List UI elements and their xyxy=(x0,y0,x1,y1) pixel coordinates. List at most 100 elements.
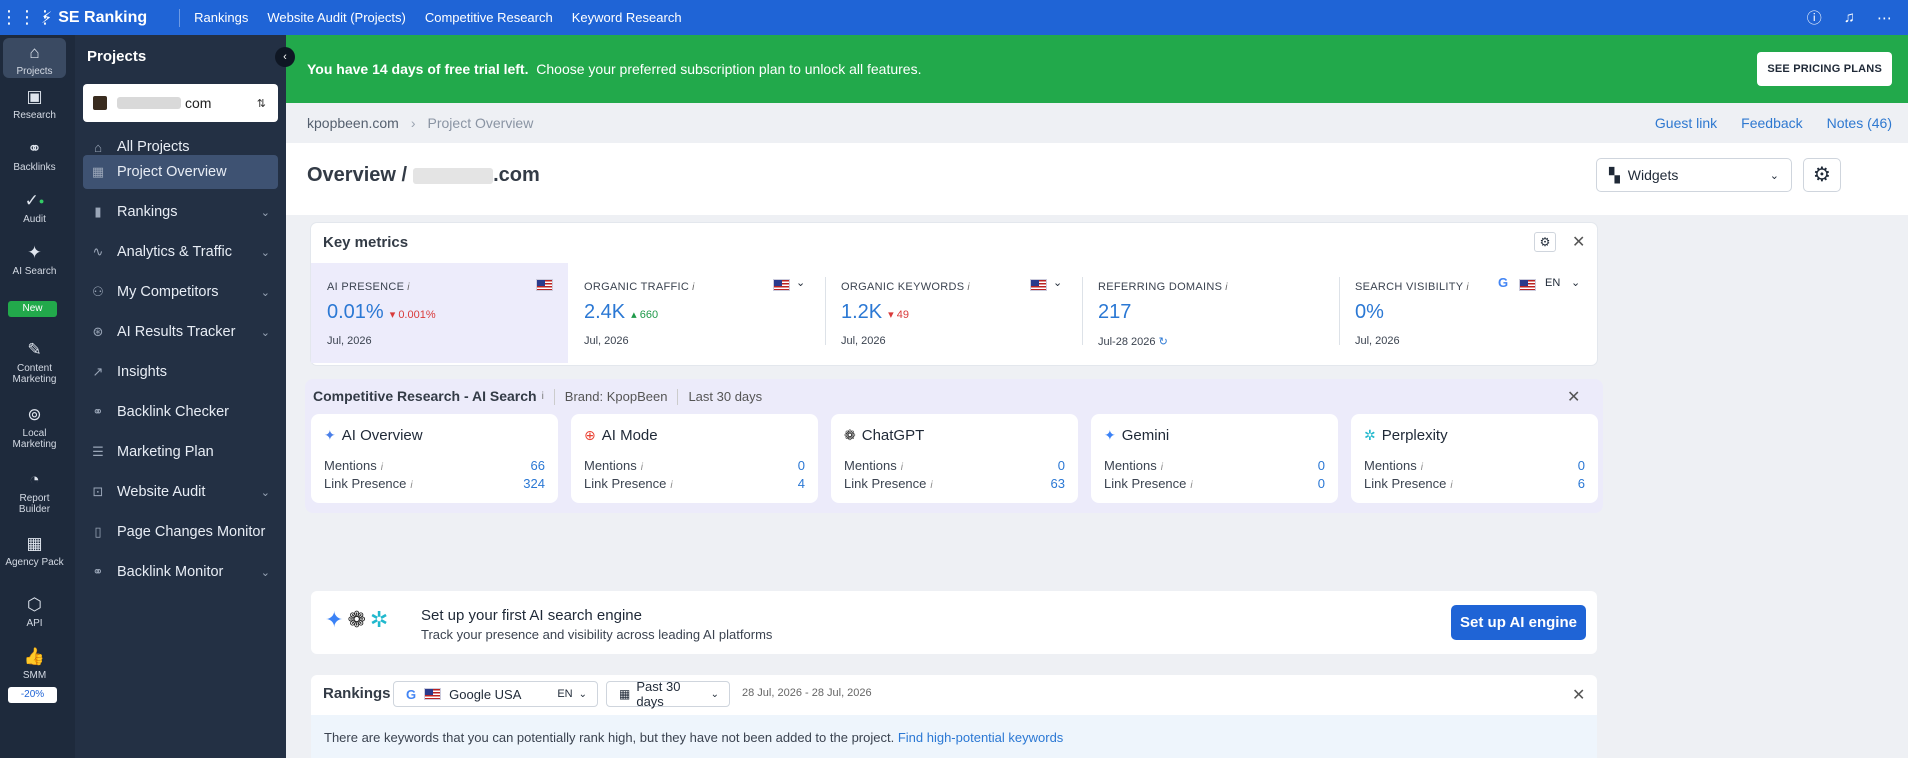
sidebar-item-my-competitors[interactable]: ⚇ My Competitors ⌄ xyxy=(83,275,278,309)
rail-projects[interactable]: ⌂ Projects xyxy=(3,38,66,78)
rail-label: Audit xyxy=(23,214,46,225)
info-icon[interactable]: i xyxy=(901,462,903,473)
close-icon[interactable]: ✕ xyxy=(1572,685,1585,705)
rail-api[interactable]: ⬡ API xyxy=(3,595,66,629)
rail-agency-pack[interactable]: ▦ Agency Pack xyxy=(3,534,66,568)
settings-gear-button[interactable]: ⚙ xyxy=(1803,158,1841,192)
close-icon[interactable]: ✕ xyxy=(1572,232,1585,252)
sidebar-item-page-changes-monitor[interactable]: ▯ Page Changes Monitor xyxy=(83,515,278,549)
chevron-down-icon[interactable]: ⌄ xyxy=(1571,276,1580,289)
see-pricing-plans-button[interactable]: SEE PRICING PLANS xyxy=(1757,52,1892,86)
sidebar-item-backlink-checker[interactable]: ⚭ Backlink Checker xyxy=(83,395,278,429)
link-presence-value[interactable]: 0 xyxy=(1318,476,1325,491)
mentions-value[interactable]: 0 xyxy=(1058,458,1065,473)
project-selector[interactable]: com ⇅ xyxy=(83,84,278,122)
notes-link[interactable]: Notes (46) xyxy=(1827,115,1892,131)
info-icon[interactable]: i xyxy=(542,379,544,414)
metric-label: ORGANIC TRAFFIC i xyxy=(584,281,695,293)
top-nav-website-audit[interactable]: Website Audit (Projects) xyxy=(267,10,405,25)
link-presence-value[interactable]: 324 xyxy=(523,476,545,491)
sidebar-item-backlink-monitor[interactable]: ⚭ Backlink Monitor ⌄ xyxy=(83,555,278,589)
info-icon[interactable]: i xyxy=(670,480,672,491)
find-high-potential-keywords-link[interactable]: Find high-potential keywords xyxy=(898,730,1063,745)
more-icon[interactable]: ⋯ xyxy=(1877,9,1892,27)
help-icon[interactable]: ⓘ xyxy=(1807,7,1822,28)
info-icon[interactable]: i xyxy=(1161,462,1163,473)
info-icon[interactable]: i xyxy=(1421,462,1423,473)
ai-engine-card-ai-overview[interactable]: ✦ AI Overview Mentions i 66 Link Presence i 3… xyxy=(311,414,558,503)
us-flag-icon[interactable] xyxy=(1519,279,1536,291)
guest-link[interactable]: Guest link xyxy=(1655,115,1717,131)
ai-engine-card-chatgpt[interactable]: ❁ ChatGPT Mentions i 0 Link Presence i 63 xyxy=(831,414,1078,503)
info-icon[interactable]: i xyxy=(1190,480,1192,491)
info-icon[interactable]: i xyxy=(381,462,383,473)
rail-local-marketing[interactable]: ⊚ Local Marketing xyxy=(3,405,66,450)
sidebar-item-insights[interactable]: ↗ Insights xyxy=(83,355,278,389)
info-icon[interactable]: i xyxy=(1225,282,1228,293)
rail-report-builder[interactable]: ◔ Report Builder xyxy=(3,470,66,515)
info-icon[interactable]: i xyxy=(410,480,412,491)
metric-search-visibility[interactable]: SEARCH VISIBILITY i G EN ⌄ 0% Jul, 2026 xyxy=(1339,263,1597,363)
mentions-value[interactable]: 0 xyxy=(1578,458,1585,473)
breadcrumb-root[interactable]: kpopbeen.com xyxy=(307,115,399,131)
refresh-icon[interactable]: ↻ xyxy=(1159,336,1168,348)
mentions-value[interactable]: 0 xyxy=(798,458,805,473)
metric-organic-traffic[interactable]: ORGANIC TRAFFIC i ⌄ 2.4K ▴ 660 Jul, 2026 xyxy=(568,263,825,363)
top-nav-keyword-research[interactable]: Keyword Research xyxy=(572,10,682,25)
close-icon[interactable]: ✕ xyxy=(1567,387,1580,407)
rail-content-marketing[interactable]: ✎ Content Marketing xyxy=(3,340,66,385)
info-icon[interactable]: i xyxy=(1466,282,1469,293)
key-metrics-settings-button[interactable]: ⚙ xyxy=(1534,232,1556,252)
info-icon[interactable]: i xyxy=(407,282,410,293)
apps-grid-icon[interactable]: ⋮⋮⋮ xyxy=(0,7,54,28)
ai-engine-card-gemini[interactable]: ✦ Gemini Mentions i 0 Link Presence i 0 xyxy=(1091,414,1338,503)
rail-label: Report Builder xyxy=(18,493,51,515)
link-presence-value[interactable]: 4 xyxy=(798,476,805,491)
info-icon[interactable]: i xyxy=(1450,480,1452,491)
rail-audit[interactable]: ✓● Audit xyxy=(3,191,66,225)
metric-ai-presence[interactable]: AI PRESENCE i 0.01% ▾ 0.001% Jul, 2026 xyxy=(311,263,568,363)
ai-engine-name: Perplexity xyxy=(1381,427,1448,444)
mentions-value[interactable]: 66 xyxy=(531,458,545,473)
rail-ai-search[interactable]: ✦ AI Search xyxy=(3,243,66,277)
rail-research[interactable]: ▣ Research xyxy=(3,87,66,121)
link-presence-value[interactable]: 63 xyxy=(1051,476,1065,491)
set-up-ai-engine-button[interactable]: Set up AI engine xyxy=(1451,605,1586,640)
chevron-down-icon[interactable]: ⌄ xyxy=(796,276,805,289)
link-presence-value[interactable]: 6 xyxy=(1578,476,1585,491)
sidebar-item-analytics[interactable]: ∿ Analytics & Traffic ⌄ xyxy=(83,235,278,269)
bell-icon[interactable]: ♫ xyxy=(1844,9,1855,26)
mentions-value[interactable]: 0 xyxy=(1318,458,1325,473)
widgets-dropdown[interactable]: ▚ Widgets ⌄ xyxy=(1596,158,1792,192)
period-select[interactable]: ▦ Past 30 days ⌄ xyxy=(606,679,730,709)
mentions-row: Mentions i 0 xyxy=(1364,458,1585,473)
sidebar-item-ai-results-tracker[interactable]: ⊛ AI Results Tracker ⌄ xyxy=(83,315,278,349)
ai-engine-card-perplexity[interactable]: ✲ Perplexity Mentions i 0 Link Presence i 6 xyxy=(1351,414,1598,503)
metric-divider xyxy=(825,277,826,345)
info-icon[interactable]: i xyxy=(967,282,970,293)
top-nav-rankings[interactable]: Rankings xyxy=(194,10,248,25)
sidebar-item-rankings[interactable]: ▮ Rankings ⌄ xyxy=(83,195,278,229)
info-icon[interactable]: i xyxy=(692,282,695,293)
info-icon[interactable]: i xyxy=(641,462,643,473)
rail-backlinks[interactable]: ⚭ Backlinks xyxy=(3,139,66,173)
chevron-down-icon[interactable]: ⌄ xyxy=(1053,276,1062,289)
sidebar-item-website-audit[interactable]: ⊡ Website Audit ⌄ xyxy=(83,475,278,509)
metric-organic-keywords[interactable]: ORGANIC KEYWORDS i ⌄ 1.2K ▾ 49 Jul, 2026 xyxy=(825,263,1082,363)
info-icon[interactable]: i xyxy=(930,480,932,491)
us-flag-icon[interactable] xyxy=(1030,279,1047,291)
link-icon: ⚭ xyxy=(27,139,42,158)
sidebar-item-marketing-plan[interactable]: ☰ Marketing Plan xyxy=(83,435,278,469)
overview-header: Overview / .com ▚ Widgets ⌄ ⚙ xyxy=(286,143,1908,215)
search-engine-select[interactable]: G Google USA EN ⌄ xyxy=(393,681,598,707)
ai-engine-card-ai-mode[interactable]: ⊕ AI Mode Mentions i 0 Link Presence i 4 xyxy=(571,414,818,503)
top-nav-competitive-research[interactable]: Competitive Research xyxy=(425,10,553,25)
metric-referring-domains[interactable]: REFERRING DOMAINS i 217 Jul-28 2026 ↻ xyxy=(1082,263,1339,363)
brand-logo[interactable]: ⚡ SE Ranking xyxy=(41,8,147,28)
rail-smm[interactable]: 👍 SMM xyxy=(3,647,66,681)
collapse-sidebar-button[interactable]: ‹ xyxy=(275,47,295,67)
feedback-link[interactable]: Feedback xyxy=(1741,115,1802,131)
language-code[interactable]: EN xyxy=(1545,277,1560,289)
sidebar-item-project-overview[interactable]: ▦ Project Overview xyxy=(83,155,278,189)
us-flag-icon[interactable] xyxy=(773,279,790,291)
